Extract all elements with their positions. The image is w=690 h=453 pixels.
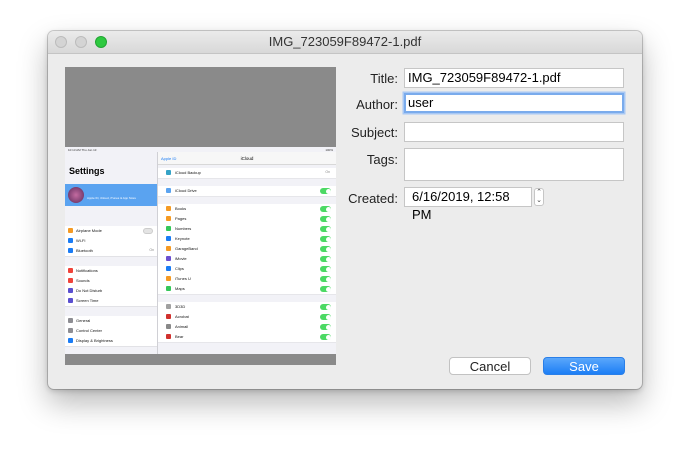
preview-row-icon — [68, 338, 73, 343]
preview-row-label: Wi-Fi — [76, 238, 86, 243]
created-label: Created: — [348, 191, 398, 206]
preview-row-label: Airplane Mode — [76, 228, 102, 233]
preview-row-toggle — [320, 334, 331, 340]
preview-row-label: Keynote — [175, 236, 190, 241]
preview-row-icon — [166, 286, 171, 291]
preview-row-icon — [166, 170, 171, 175]
preview-row-toggle — [320, 246, 331, 252]
preview-row-icon — [166, 266, 171, 271]
preview-row-icon — [166, 304, 171, 309]
preview-row-label: 3D3D — [175, 304, 186, 309]
preview-row-label: Clips — [175, 266, 184, 271]
preview-avatar — [68, 187, 84, 203]
preview-row-icon — [68, 238, 73, 243]
preview-row-toggle — [320, 236, 331, 242]
preview-row: Bear — [158, 332, 336, 343]
preview-row-label: Screen Time — [76, 298, 99, 303]
preview-row-toggle — [320, 266, 331, 272]
date-stepper[interactable]: ⌃ ⌄ — [534, 188, 544, 206]
preview-screenshot: 10:13 AM Thu Jun 13 100% Settings Apple … — [65, 147, 336, 354]
preview-row-icon — [68, 318, 73, 323]
preview-row-label: Bear — [175, 334, 184, 339]
preview-row-toggle — [320, 256, 331, 262]
preview-row-icon — [166, 188, 171, 193]
preview-settings-pane: Settings Apple ID, iCloud, iTunes & App … — [65, 152, 158, 354]
preview-row-label: iCloud Drive — [175, 188, 197, 193]
title-bar: IMG_723059F89472-1.pdf — [48, 31, 642, 54]
preview-row-toggle — [320, 286, 331, 292]
preview-row-icon — [68, 268, 73, 273]
preview-row-label: Numbers — [175, 226, 192, 231]
preview-row-label: Sounds — [76, 278, 90, 283]
preview-row-icon — [68, 278, 73, 283]
preview-row-toggle — [143, 228, 153, 234]
preview-row-icon — [166, 236, 171, 241]
chevron-up-icon: ⌃ — [536, 189, 542, 196]
preview-row-icon — [166, 246, 171, 251]
preview-row: Display & Brightness — [65, 336, 157, 347]
window-title: IMG_723059F89472-1.pdf — [268, 34, 422, 49]
chevron-down-icon: ⌄ — [536, 197, 542, 204]
preview-settings-title: Settings — [69, 166, 105, 176]
preview-row-label: Control Center — [76, 328, 103, 333]
author-label: Author: — [356, 97, 398, 112]
preview-row-label: Maps — [175, 286, 185, 291]
save-button[interactable]: Save — [543, 357, 625, 375]
preview-row-toggle — [320, 314, 331, 320]
preview-row-toggle — [320, 324, 331, 330]
preview-row-toggle — [320, 226, 331, 232]
preview-row-label: Animail — [175, 324, 189, 329]
preview-row-label: Pages — [175, 216, 187, 221]
preview-row-toggle — [320, 276, 331, 282]
preview-row-icon — [166, 206, 171, 211]
preview-row-icon — [68, 228, 73, 233]
created-date-field[interactable]: 6/16/2019, 12:58 PM — [404, 187, 532, 222]
preview-row-label: General — [76, 318, 91, 323]
preview-row-toggle — [320, 216, 331, 222]
preview-row-label: iCloud Backup — [175, 170, 201, 175]
preview-row-icon — [166, 276, 171, 281]
title-label: Title: — [370, 71, 398, 86]
preview-row-icon — [166, 324, 171, 329]
preview-row-label: Display & Brightness — [76, 338, 113, 343]
preview-row: Maps — [158, 284, 336, 295]
preview-row-label: GarageBand — [175, 246, 198, 251]
preview-row-label: iMovie — [175, 256, 187, 261]
preview-profile-subtitle: Apple ID, iCloud, iTunes & App Store — [87, 196, 137, 200]
preview-row: Bluetooth On — [65, 246, 157, 257]
author-field[interactable]: user — [404, 93, 624, 113]
preview-row-value: On — [325, 170, 330, 174]
preview-row-toggle — [320, 304, 331, 310]
preview-row-icon — [68, 328, 73, 333]
preview-row-value: On — [149, 248, 154, 252]
cancel-button[interactable]: Cancel — [449, 357, 531, 375]
preview-row-icon — [166, 216, 171, 221]
preview-row-label: Acrobat — [175, 314, 189, 319]
preview-row-icon — [166, 334, 171, 339]
preview-row: iCloud Backup On — [158, 168, 336, 179]
preview-row-label: Do Not Disturb — [76, 288, 103, 293]
preview-row-icon — [68, 288, 73, 293]
pdf-info-window: IMG_723059F89472-1.pdf 10:13 AM Thu Jun … — [48, 31, 642, 389]
preview-row-label: Books — [175, 206, 187, 211]
preview-row-icon — [166, 256, 171, 261]
preview-row: Screen Time — [65, 296, 157, 307]
preview-row-icon — [166, 314, 171, 319]
preview-row-label: Bluetooth — [76, 248, 93, 253]
preview-row-toggle — [320, 206, 331, 212]
preview-row-icon — [166, 226, 171, 231]
preview-row-icon — [68, 248, 73, 253]
preview-row-icon — [68, 298, 73, 303]
preview-icloud-pane: Apple ID iCloud iCloud Backup On iCloud Dr… — [158, 152, 336, 354]
tags-label: Tags: — [366, 152, 398, 167]
preview-row-label: Notifications — [76, 268, 98, 273]
tags-field[interactable] — [404, 148, 624, 181]
subject-label: Subject: — [351, 125, 398, 140]
preview-profile-row: Apple ID, iCloud, iTunes & App Store — [65, 184, 157, 206]
title-field[interactable]: IMG_723059F89472-1.pdf — [404, 68, 624, 88]
preview-row-label: iTunes U — [175, 276, 191, 281]
subject-field[interactable] — [404, 122, 624, 142]
